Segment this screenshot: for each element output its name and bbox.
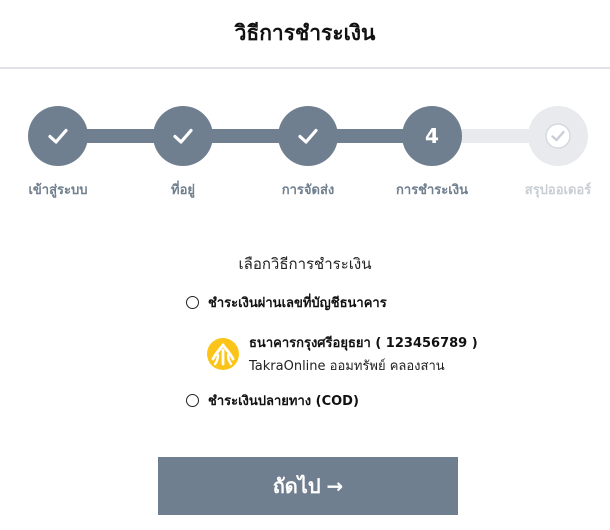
step-number: 4 xyxy=(425,124,439,148)
step-label-payment: การชำระเงิน xyxy=(396,183,468,198)
check-icon xyxy=(48,128,68,144)
step-label-login: เข้าสู่ระบบ xyxy=(28,183,88,198)
payment-option-bank-transfer[interactable]: ชำระเงินผ่านเลขที่บัญชีธนาคาร xyxy=(186,292,387,313)
payment-option-cod[interactable]: ชำระเงินปลายทาง (COD) xyxy=(186,390,359,411)
step-label-shipping: การจัดส่ง xyxy=(281,183,335,198)
page-title: วิธีการชำระเงิน xyxy=(234,21,376,45)
step-shipping-circle xyxy=(278,106,338,166)
next-button-label: ถัดไป xyxy=(272,474,321,498)
step-label-summary: สรุปออเดอร์ xyxy=(524,183,592,198)
bank-name: ธนาคารกรุงศรีอยุธยา ( 123456789 ) xyxy=(249,336,478,351)
radio-cod[interactable] xyxy=(186,394,199,407)
step-address-circle xyxy=(153,106,213,166)
krungsri-bank-logo xyxy=(207,338,239,370)
step-summary-circle xyxy=(528,106,588,166)
check-circle-icon xyxy=(545,123,571,149)
header: วิธีการชำระเงิน xyxy=(0,0,610,69)
arrow-right-icon: → xyxy=(326,474,344,498)
option-label-bank-transfer: ชำระเงินผ่านเลขที่บัญชีธนาคาร xyxy=(208,296,387,311)
step-login-circle xyxy=(28,106,88,166)
payment-method-title: เลือกวิธีการชำระเงิน xyxy=(238,255,372,273)
checkout-stepper: 4 เข้าสู่ระบบ ที่อยู่ การจัดส่ง การชำระเ… xyxy=(0,100,610,210)
radio-bank-transfer[interactable] xyxy=(186,296,199,309)
step-payment-circle: 4 xyxy=(402,106,462,166)
step-label-address: ที่อยู่ xyxy=(171,183,195,198)
next-button[interactable]: ถัดไป → xyxy=(158,457,458,515)
bank-account-info: ธนาคารกรุงศรีอยุธยา ( 123456789 ) TakraO… xyxy=(207,332,478,376)
check-icon xyxy=(298,128,318,144)
option-label-cod: ชำระเงินปลายทาง (COD) xyxy=(208,394,359,409)
bank-account-name: TakraOnline ออมทรัพย์ คลองสาน xyxy=(249,359,445,374)
progress-track-done xyxy=(58,129,432,143)
check-icon xyxy=(173,128,193,144)
